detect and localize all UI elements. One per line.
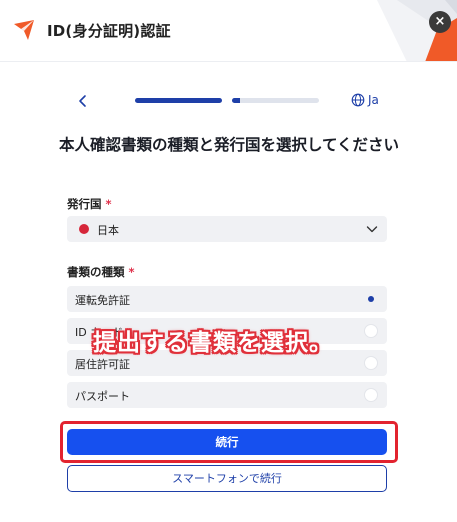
globe-icon[interactable] bbox=[351, 93, 365, 107]
chevron-left-icon[interactable] bbox=[74, 92, 92, 110]
annotation-callout: 提出する書類を選択。 bbox=[93, 330, 333, 356]
language-selector[interactable]: Ja bbox=[368, 93, 379, 107]
country-label-text: 発行国 bbox=[67, 197, 102, 211]
radio-selected[interactable] bbox=[364, 292, 378, 306]
step-navigation: Ja bbox=[70, 90, 390, 112]
continue-button[interactable]: 続行 bbox=[67, 429, 387, 455]
doc-option-passport[interactable]: パスポート bbox=[67, 382, 387, 408]
page-title: 本人確認書類の種類と発行国を選択してください bbox=[58, 136, 400, 154]
doc-option-drivers-license[interactable]: 運転免許証 bbox=[67, 286, 387, 312]
chevron-down-icon bbox=[366, 226, 378, 233]
radio-unselected[interactable] bbox=[364, 388, 378, 402]
progress-step-1 bbox=[135, 98, 222, 103]
option-label: パスポート bbox=[75, 390, 130, 403]
option-label: 運転免許証 bbox=[75, 294, 130, 307]
doc-type-label: 書類の種類 * bbox=[67, 264, 135, 280]
progress-step-2 bbox=[232, 98, 319, 103]
japan-flag-icon bbox=[79, 224, 89, 234]
country-select-value: 日本 bbox=[97, 224, 119, 237]
option-label: 居住許可証 bbox=[75, 358, 130, 371]
radio-unselected[interactable] bbox=[364, 356, 378, 370]
header-title: ID(身分証明)認証 bbox=[47, 22, 171, 40]
header-bar: ID(身分証明)認証 × bbox=[0, 0, 457, 62]
country-select[interactable]: 日本 bbox=[67, 216, 387, 242]
country-label: 発行国 * bbox=[67, 196, 112, 212]
close-button[interactable]: × bbox=[429, 11, 451, 33]
progress-step-2-fill bbox=[232, 98, 240, 103]
required-mark: * bbox=[105, 197, 112, 211]
doc-type-label-text: 書類の種類 bbox=[67, 265, 125, 279]
required-mark: * bbox=[128, 265, 135, 279]
continue-on-phone-button[interactable]: スマートフォンで続行 bbox=[67, 465, 387, 492]
radio-unselected[interactable] bbox=[364, 324, 378, 338]
paper-plane-logo-icon bbox=[14, 20, 34, 40]
